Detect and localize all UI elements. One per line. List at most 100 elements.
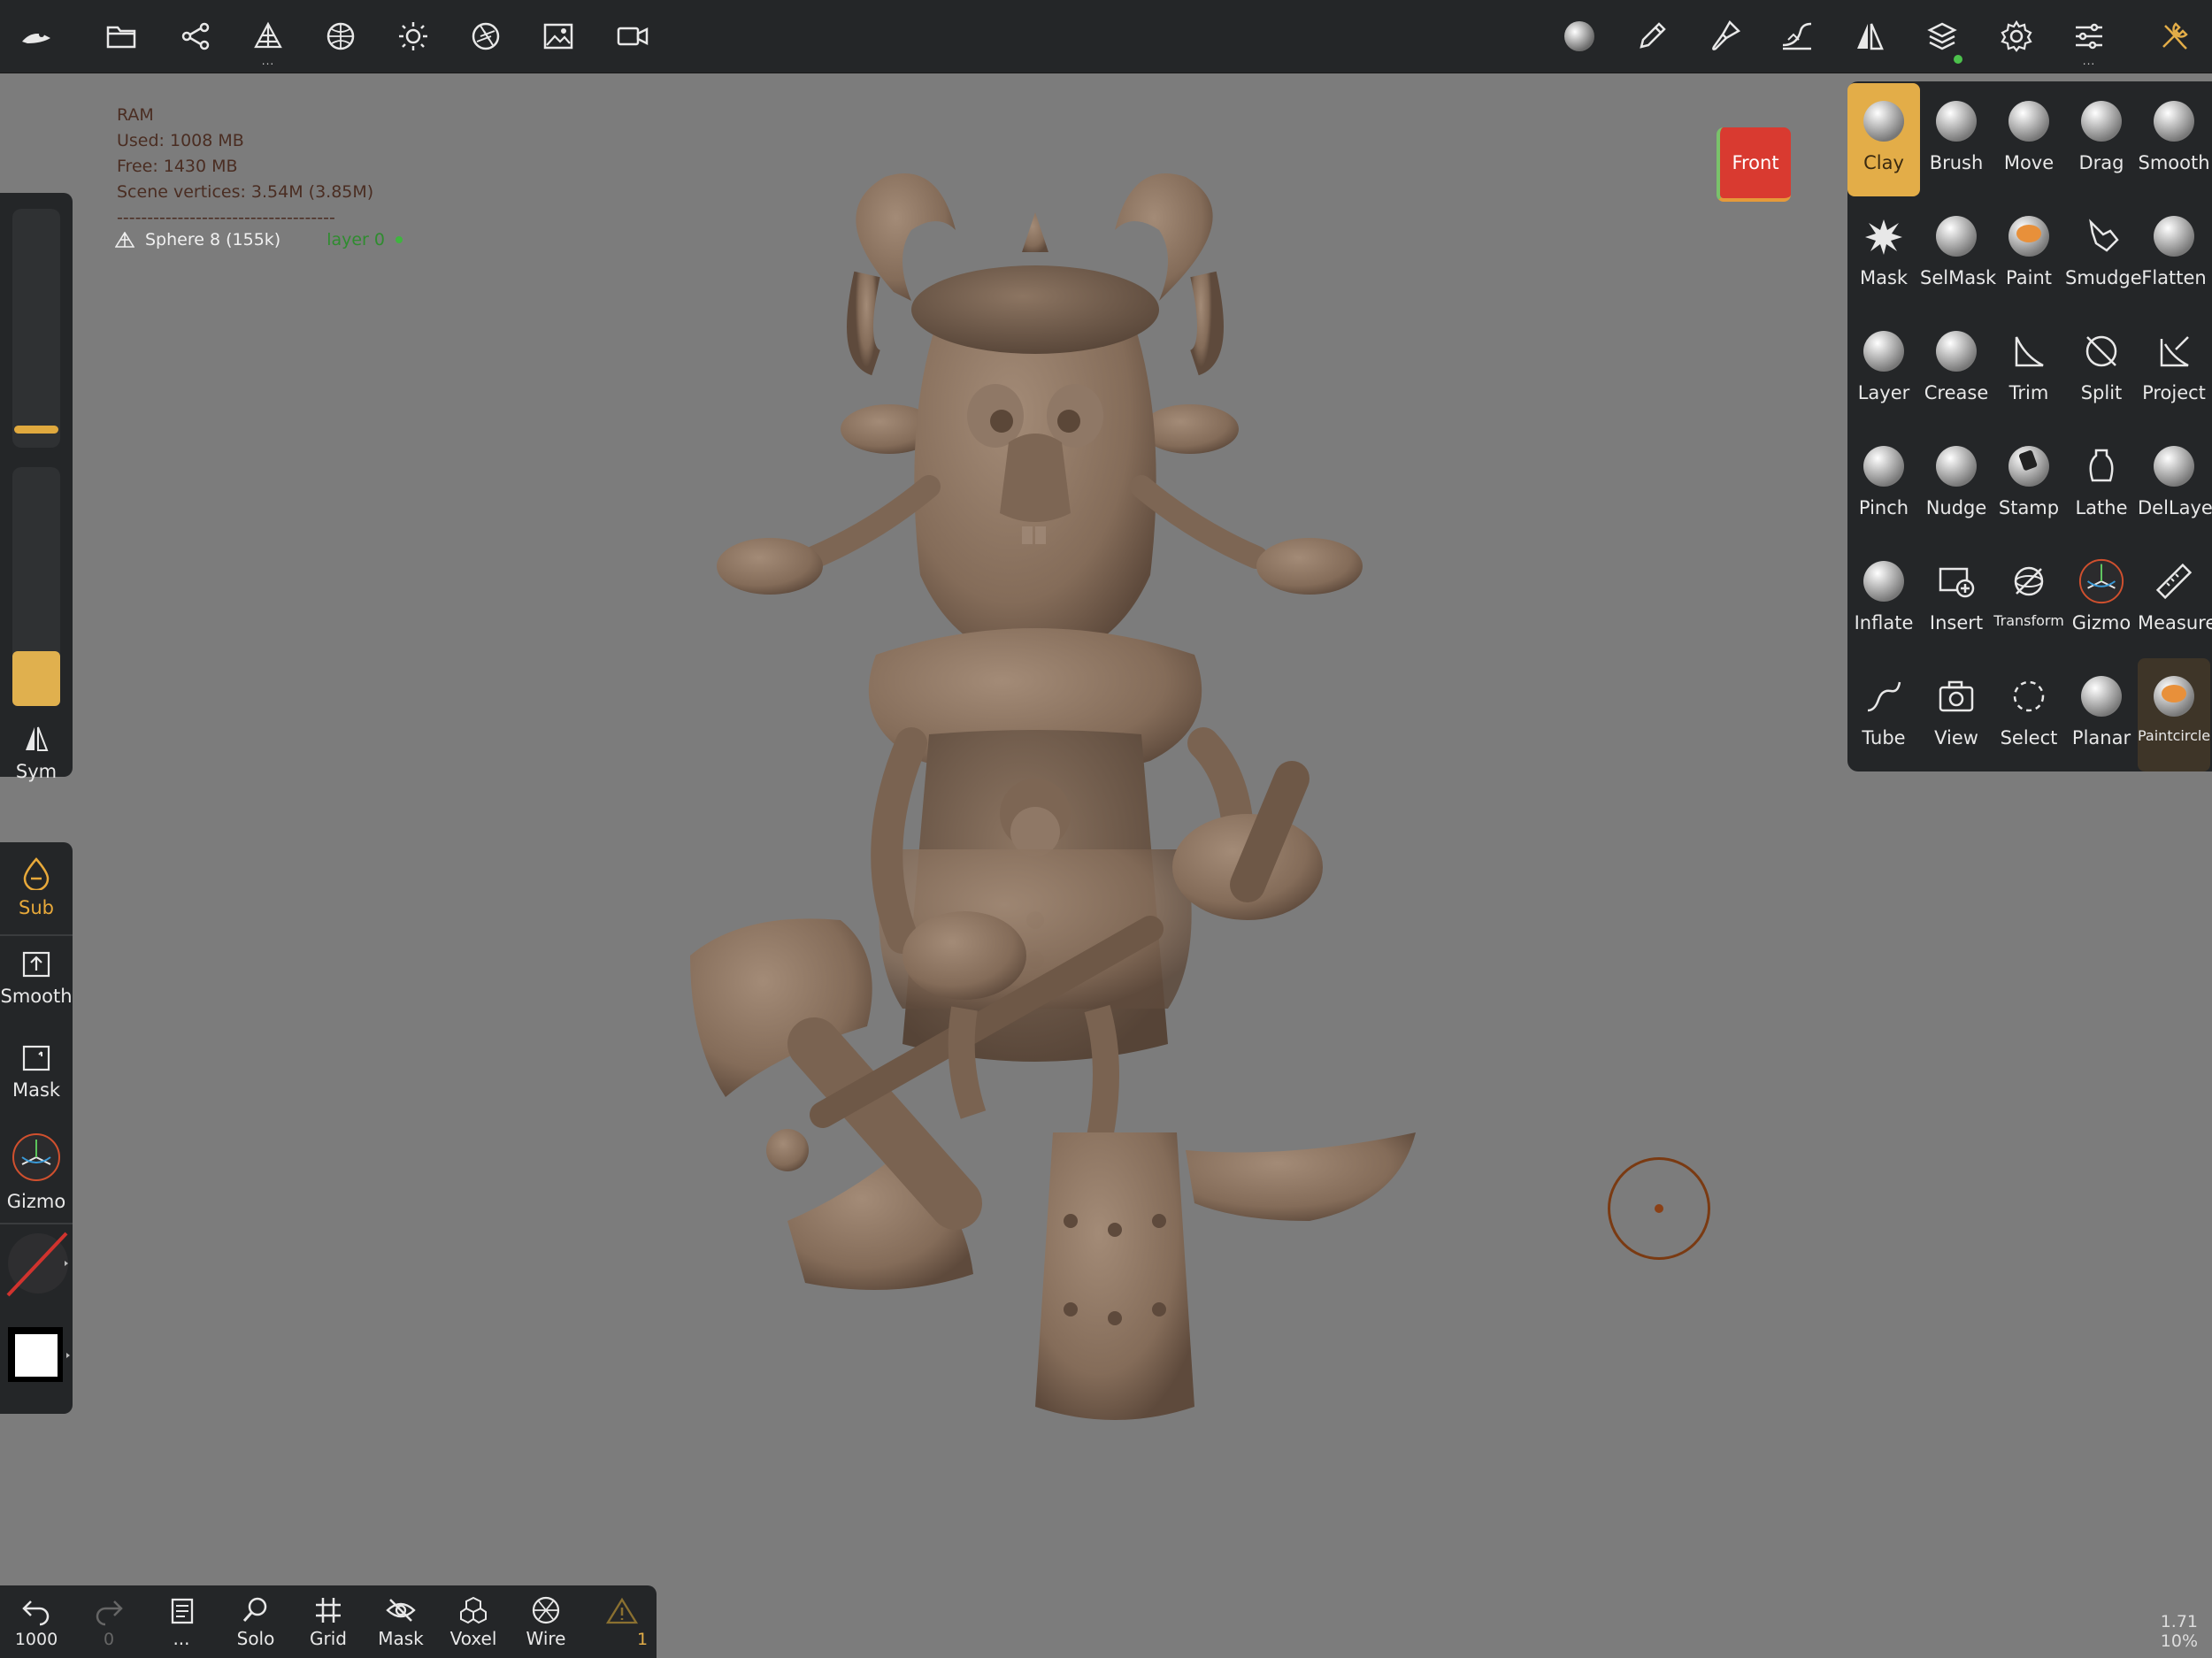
sphere-icon bbox=[2005, 97, 2053, 145]
brush-intensity-slider[interactable] bbox=[12, 467, 60, 706]
radius-slider-thumb[interactable] bbox=[14, 426, 58, 434]
matcap-sphere-icon[interactable] bbox=[1557, 14, 1601, 58]
tool-select[interactable]: Select bbox=[1993, 658, 2065, 771]
tool-view[interactable]: View bbox=[1920, 658, 1993, 771]
insert-icon bbox=[1932, 557, 1980, 605]
tool-inflate[interactable]: Inflate bbox=[1847, 543, 1920, 656]
sym-label: Sym bbox=[15, 761, 58, 782]
tool-selmask[interactable]: SelMask bbox=[1920, 198, 1997, 311]
tool-drag[interactable]: Drag bbox=[2065, 83, 2138, 196]
tool-layer[interactable]: Layer bbox=[1847, 313, 1920, 426]
tool-paint[interactable]: Paint bbox=[1993, 198, 2065, 311]
tool-tube[interactable]: Tube bbox=[1847, 658, 1920, 771]
grid-icon bbox=[316, 1598, 341, 1623]
material-sphere-icon[interactable] bbox=[319, 14, 363, 58]
tool-label: Gizmo bbox=[2071, 612, 2131, 633]
grid-button[interactable]: Grid bbox=[294, 1594, 363, 1649]
tool-gizmo[interactable]: Gizmo bbox=[2065, 543, 2138, 656]
tool-project[interactable]: Project bbox=[2138, 313, 2210, 426]
mask-shortcut[interactable]: Mask bbox=[0, 1044, 73, 1101]
smooth-shortcut[interactable]: Smooth bbox=[0, 950, 73, 1007]
sym-toggle[interactable]: Sym bbox=[0, 724, 73, 782]
sphere-icon bbox=[1932, 97, 1980, 145]
redo-button[interactable]: 0 bbox=[74, 1594, 143, 1649]
stroke-brush-icon[interactable] bbox=[1702, 14, 1747, 58]
history-button[interactable]: ... bbox=[147, 1594, 216, 1649]
mask-label: Mask bbox=[12, 1079, 61, 1101]
gear-icon[interactable] bbox=[1994, 14, 2039, 58]
folder-icon[interactable] bbox=[99, 14, 143, 58]
alpha-selector[interactable] bbox=[0, 1228, 73, 1309]
gizmo-shortcut[interactable]: Gizmo bbox=[0, 1131, 73, 1212]
sculpt-model[interactable] bbox=[672, 159, 1442, 1442]
wire-button[interactable]: Wire bbox=[511, 1594, 580, 1649]
tool-label: Drag bbox=[2078, 152, 2124, 173]
color-swatch-icon bbox=[8, 1327, 70, 1382]
tool-label: Move bbox=[2003, 152, 2055, 173]
ruler-icon bbox=[2150, 557, 2198, 605]
mask-label: Mask bbox=[378, 1628, 424, 1649]
undo-button[interactable]: 1000 bbox=[2, 1594, 71, 1649]
image-icon[interactable] bbox=[536, 14, 580, 58]
project-icon bbox=[2150, 327, 2198, 375]
sub-toggle[interactable]: Sub bbox=[0, 856, 73, 918]
layer-name[interactable]: layer 0 bbox=[326, 230, 385, 249]
tool-move[interactable]: Move bbox=[1993, 83, 2065, 196]
falloff-icon[interactable] bbox=[1775, 14, 1819, 58]
view-cube-label: Front bbox=[1732, 152, 1779, 173]
tool-transform[interactable]: Transform bbox=[1993, 543, 2065, 656]
tool-mask[interactable]: Mask bbox=[1847, 198, 1920, 311]
tool-trim[interactable]: Trim bbox=[1993, 313, 2065, 426]
layer-status-dot bbox=[396, 236, 403, 243]
topology-icon[interactable]: ... bbox=[246, 14, 290, 67]
camera-aperture-icon[interactable] bbox=[464, 14, 508, 58]
tool-label: Flatten bbox=[2141, 267, 2207, 288]
tool-label: SelMask bbox=[1920, 267, 1997, 288]
tool-stamp[interactable]: Stamp bbox=[1993, 428, 2065, 541]
brush-radius-slider[interactable] bbox=[12, 209, 60, 448]
scene-graph-icon[interactable] bbox=[173, 14, 218, 58]
tool-label: Clay bbox=[1863, 152, 1904, 173]
tool-pinch[interactable]: Pinch bbox=[1847, 428, 1920, 541]
tool-crease[interactable]: Crease bbox=[1920, 313, 1993, 426]
app-logo-icon[interactable] bbox=[14, 14, 58, 58]
tool-label: Pinch bbox=[1858, 497, 1909, 518]
color-swatch[interactable] bbox=[0, 1320, 73, 1394]
tool-paintcircle[interactable]: Paintcircle bbox=[2138, 658, 2210, 771]
redo-icon bbox=[96, 1600, 123, 1626]
mask-visibility-button[interactable]: Mask bbox=[366, 1594, 435, 1649]
symmetry-icon[interactable] bbox=[1847, 14, 1892, 58]
voxel-button[interactable]: Voxel bbox=[439, 1594, 508, 1649]
warning-button[interactable]: 1 bbox=[588, 1594, 657, 1649]
tool-label: Stamp bbox=[1998, 497, 2060, 518]
tool-measure[interactable]: Measure bbox=[2138, 543, 2212, 656]
layers-icon[interactable] bbox=[1920, 14, 1964, 64]
tool-brush[interactable]: Brush bbox=[1920, 83, 1993, 196]
sphere-icon bbox=[2150, 442, 2198, 490]
zoom-value: 1.71 bbox=[2160, 1612, 2198, 1631]
sphere-icon bbox=[2078, 672, 2125, 720]
tool-insert[interactable]: Insert bbox=[1920, 543, 1993, 656]
active-mesh-row[interactable]: Sphere 8 (155k) layer 0 bbox=[115, 230, 403, 249]
sliders-icon[interactable]: ... bbox=[2067, 14, 2111, 67]
tool-lathe[interactable]: Lathe bbox=[2065, 428, 2138, 541]
tools-icon[interactable] bbox=[2152, 14, 2196, 58]
smooth-label: Smooth bbox=[0, 986, 73, 1007]
tool-label: Crease bbox=[1924, 382, 1989, 403]
solo-button[interactable]: Solo bbox=[221, 1594, 290, 1649]
video-camera-icon[interactable] bbox=[611, 14, 655, 58]
sun-icon[interactable] bbox=[391, 14, 435, 58]
undo-icon bbox=[22, 1600, 50, 1626]
tool-dellayer[interactable]: DelLayer bbox=[2138, 428, 2212, 541]
tool-split[interactable]: Split bbox=[2065, 313, 2138, 426]
tool-clay[interactable]: Clay bbox=[1847, 83, 1920, 196]
tool-flatten[interactable]: Flatten bbox=[2138, 198, 2210, 311]
tool-smudge[interactable]: Smudge bbox=[2065, 198, 2142, 311]
tool-planar[interactable]: Planar bbox=[2065, 658, 2138, 771]
tool-nudge[interactable]: Nudge bbox=[1920, 428, 1993, 541]
pen-icon[interactable] bbox=[1630, 14, 1674, 58]
zoom-readout: 1.71 10% bbox=[2161, 1612, 2198, 1651]
view-cube[interactable]: Front bbox=[1717, 127, 1791, 202]
tool-smooth[interactable]: Smooth bbox=[2138, 83, 2210, 196]
intensity-slider-fill[interactable] bbox=[12, 651, 60, 706]
